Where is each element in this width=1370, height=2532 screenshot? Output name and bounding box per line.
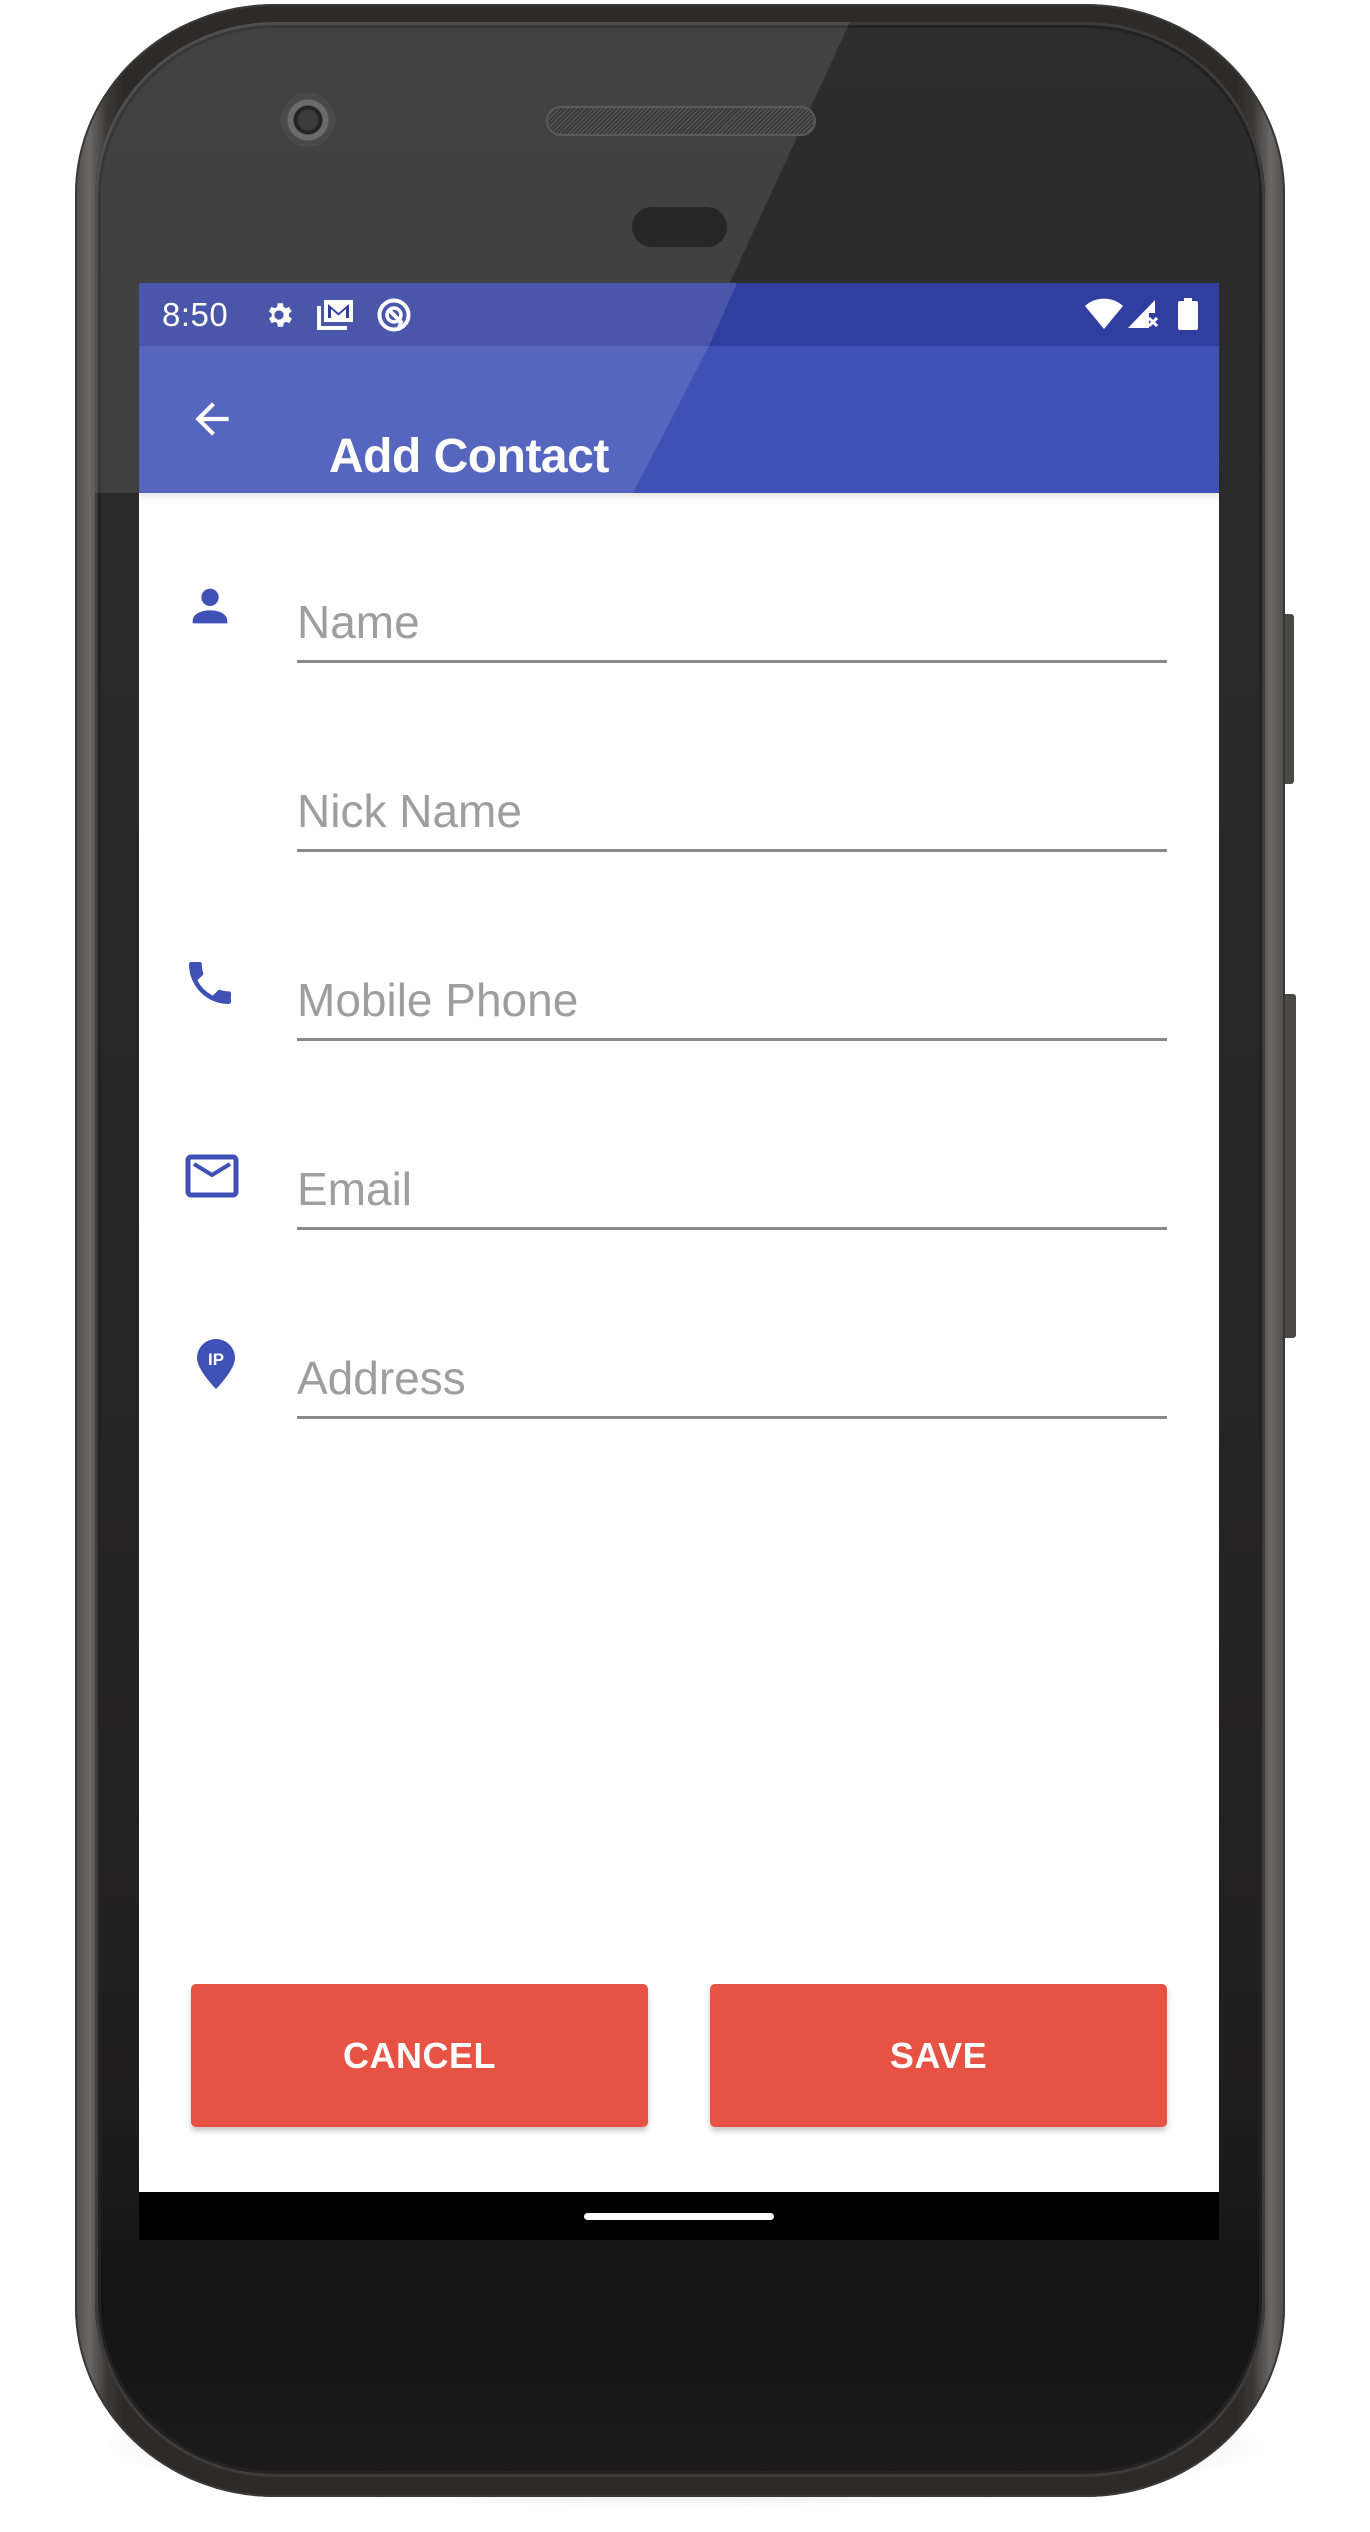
power-button [1285, 614, 1294, 784]
app-bar: Add Contact [139, 346, 1219, 493]
cancel-button[interactable]: CANCEL [191, 1984, 648, 2127]
volume-button [1285, 994, 1296, 1338]
cell-signal-no-sim-icon [1128, 300, 1159, 328]
email-field[interactable] [297, 1151, 1167, 1230]
ip-location-pin-icon: IP [197, 1339, 235, 1389]
wifi-icon [1085, 298, 1123, 329]
front-camera [281, 93, 335, 147]
app-bar-glare [139, 346, 709, 493]
back-button[interactable] [187, 394, 237, 444]
save-button[interactable]: SAVE [710, 1984, 1167, 2127]
device-screen: 8:50 Add Contact Name Nick Name Mobile P… [139, 283, 1219, 2240]
status-time: 8:50 [162, 296, 229, 333]
status-bar: 8:50 [139, 283, 1219, 346]
mobile-phone-field[interactable] [297, 962, 1167, 1041]
address-field[interactable] [297, 1340, 1167, 1419]
earpiece-speaker [548, 108, 814, 134]
page-title: Add Contact [329, 430, 609, 483]
home-gesture-handle[interactable] [584, 2213, 774, 2220]
name-field[interactable] [297, 584, 1167, 663]
battery-full-icon [1178, 298, 1198, 330]
nick-name-field[interactable] [297, 773, 1167, 852]
pin-icon-text: IP [208, 1350, 224, 1369]
status-bar-glare [139, 283, 737, 346]
phone-icon [189, 962, 231, 1004]
q-badge-icon [377, 298, 411, 332]
gmail-stack-icon [317, 300, 353, 330]
proximity-sensor [632, 207, 727, 247]
mail-icon [185, 1154, 239, 1198]
arrow-back-icon [195, 402, 229, 436]
person-icon [192, 588, 228, 624]
settings-gear-icon [268, 303, 292, 327]
navigation-bar [139, 2192, 1219, 2240]
